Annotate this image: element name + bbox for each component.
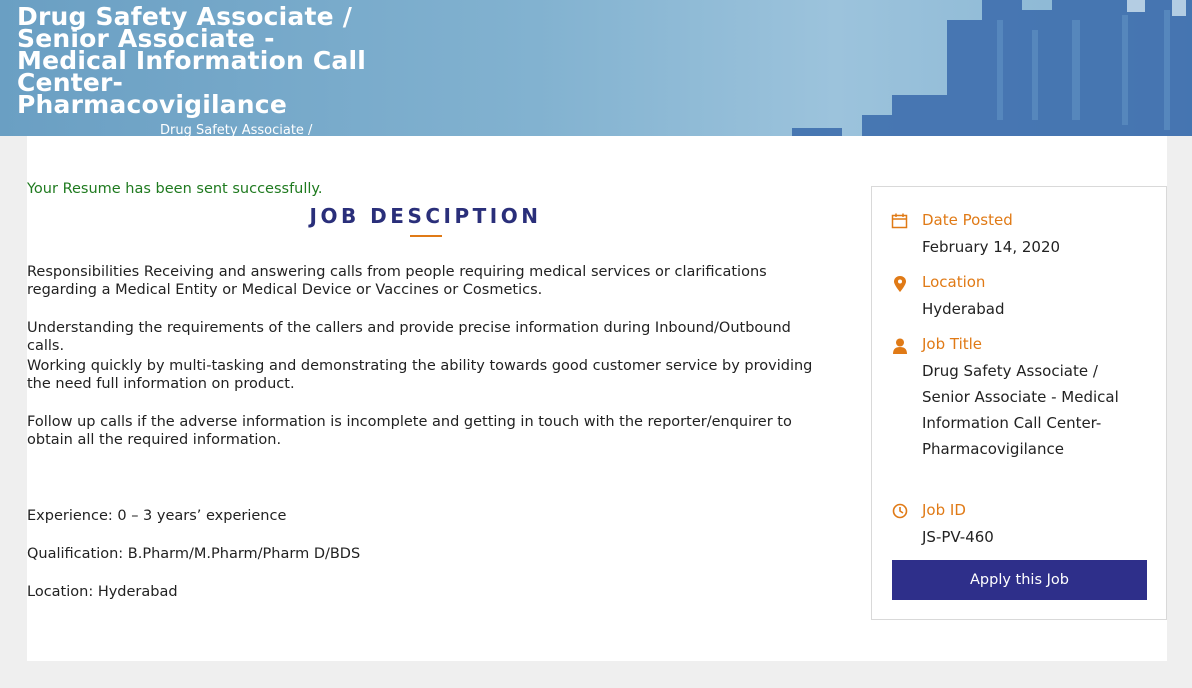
page-title-line: Medical Information Call Center- xyxy=(17,46,367,97)
qualification-text: Qualification: B.Pharm/M.Pharm/Pharm D/B… xyxy=(27,546,361,562)
page-title: Drug Safety Associate / Senior Associate… xyxy=(17,4,447,119)
description-paragraph: Working quickly by multi-tasking and dem… xyxy=(27,358,813,392)
job-title-label: Job Title xyxy=(922,335,983,353)
section-heading: JOB DESCIPTION xyxy=(309,204,542,228)
success-message: Your Resume has been sent successfully. xyxy=(27,181,323,197)
location-text: Location: Hyderabad xyxy=(27,584,178,600)
clock-icon xyxy=(892,503,908,519)
job-id-value: JS-PV-460 xyxy=(922,528,994,546)
date-posted-label: Date Posted xyxy=(922,211,1013,229)
location-value: Hyderabad xyxy=(922,300,1005,318)
location-label: Location xyxy=(922,273,986,291)
date-posted-value: February 14, 2020 xyxy=(922,238,1061,256)
description-paragraph: Understanding the requirements of the ca… xyxy=(27,320,791,354)
city-skyline-image xyxy=(792,0,1192,136)
map-marker-icon xyxy=(894,276,906,292)
user-icon xyxy=(893,338,907,354)
job-id-label: Job ID xyxy=(922,501,966,519)
heading-underline xyxy=(410,235,442,237)
job-content-card: Your Resume has been sent successfully. … xyxy=(27,136,1167,661)
job-summary-panel: Date Posted February 14, 2020 Location H… xyxy=(871,186,1167,620)
job-title-value: Drug Safety Associate / Senior Associate… xyxy=(922,362,1119,458)
breadcrumb[interactable]: Drug Safety Associate / xyxy=(160,123,312,136)
calendar-icon xyxy=(891,213,908,229)
page-banner: Drug Safety Associate / Senior Associate… xyxy=(0,0,1192,136)
description-paragraph: Follow up calls if the adverse informati… xyxy=(27,414,792,448)
experience-text: Experience: 0 – 3 years’ experience xyxy=(27,508,287,524)
description-paragraph: Responsibilities Receiving and answering… xyxy=(27,264,767,298)
page-title-line: Pharmacovigilance xyxy=(17,90,287,119)
apply-job-button[interactable]: Apply this Job xyxy=(892,560,1147,600)
